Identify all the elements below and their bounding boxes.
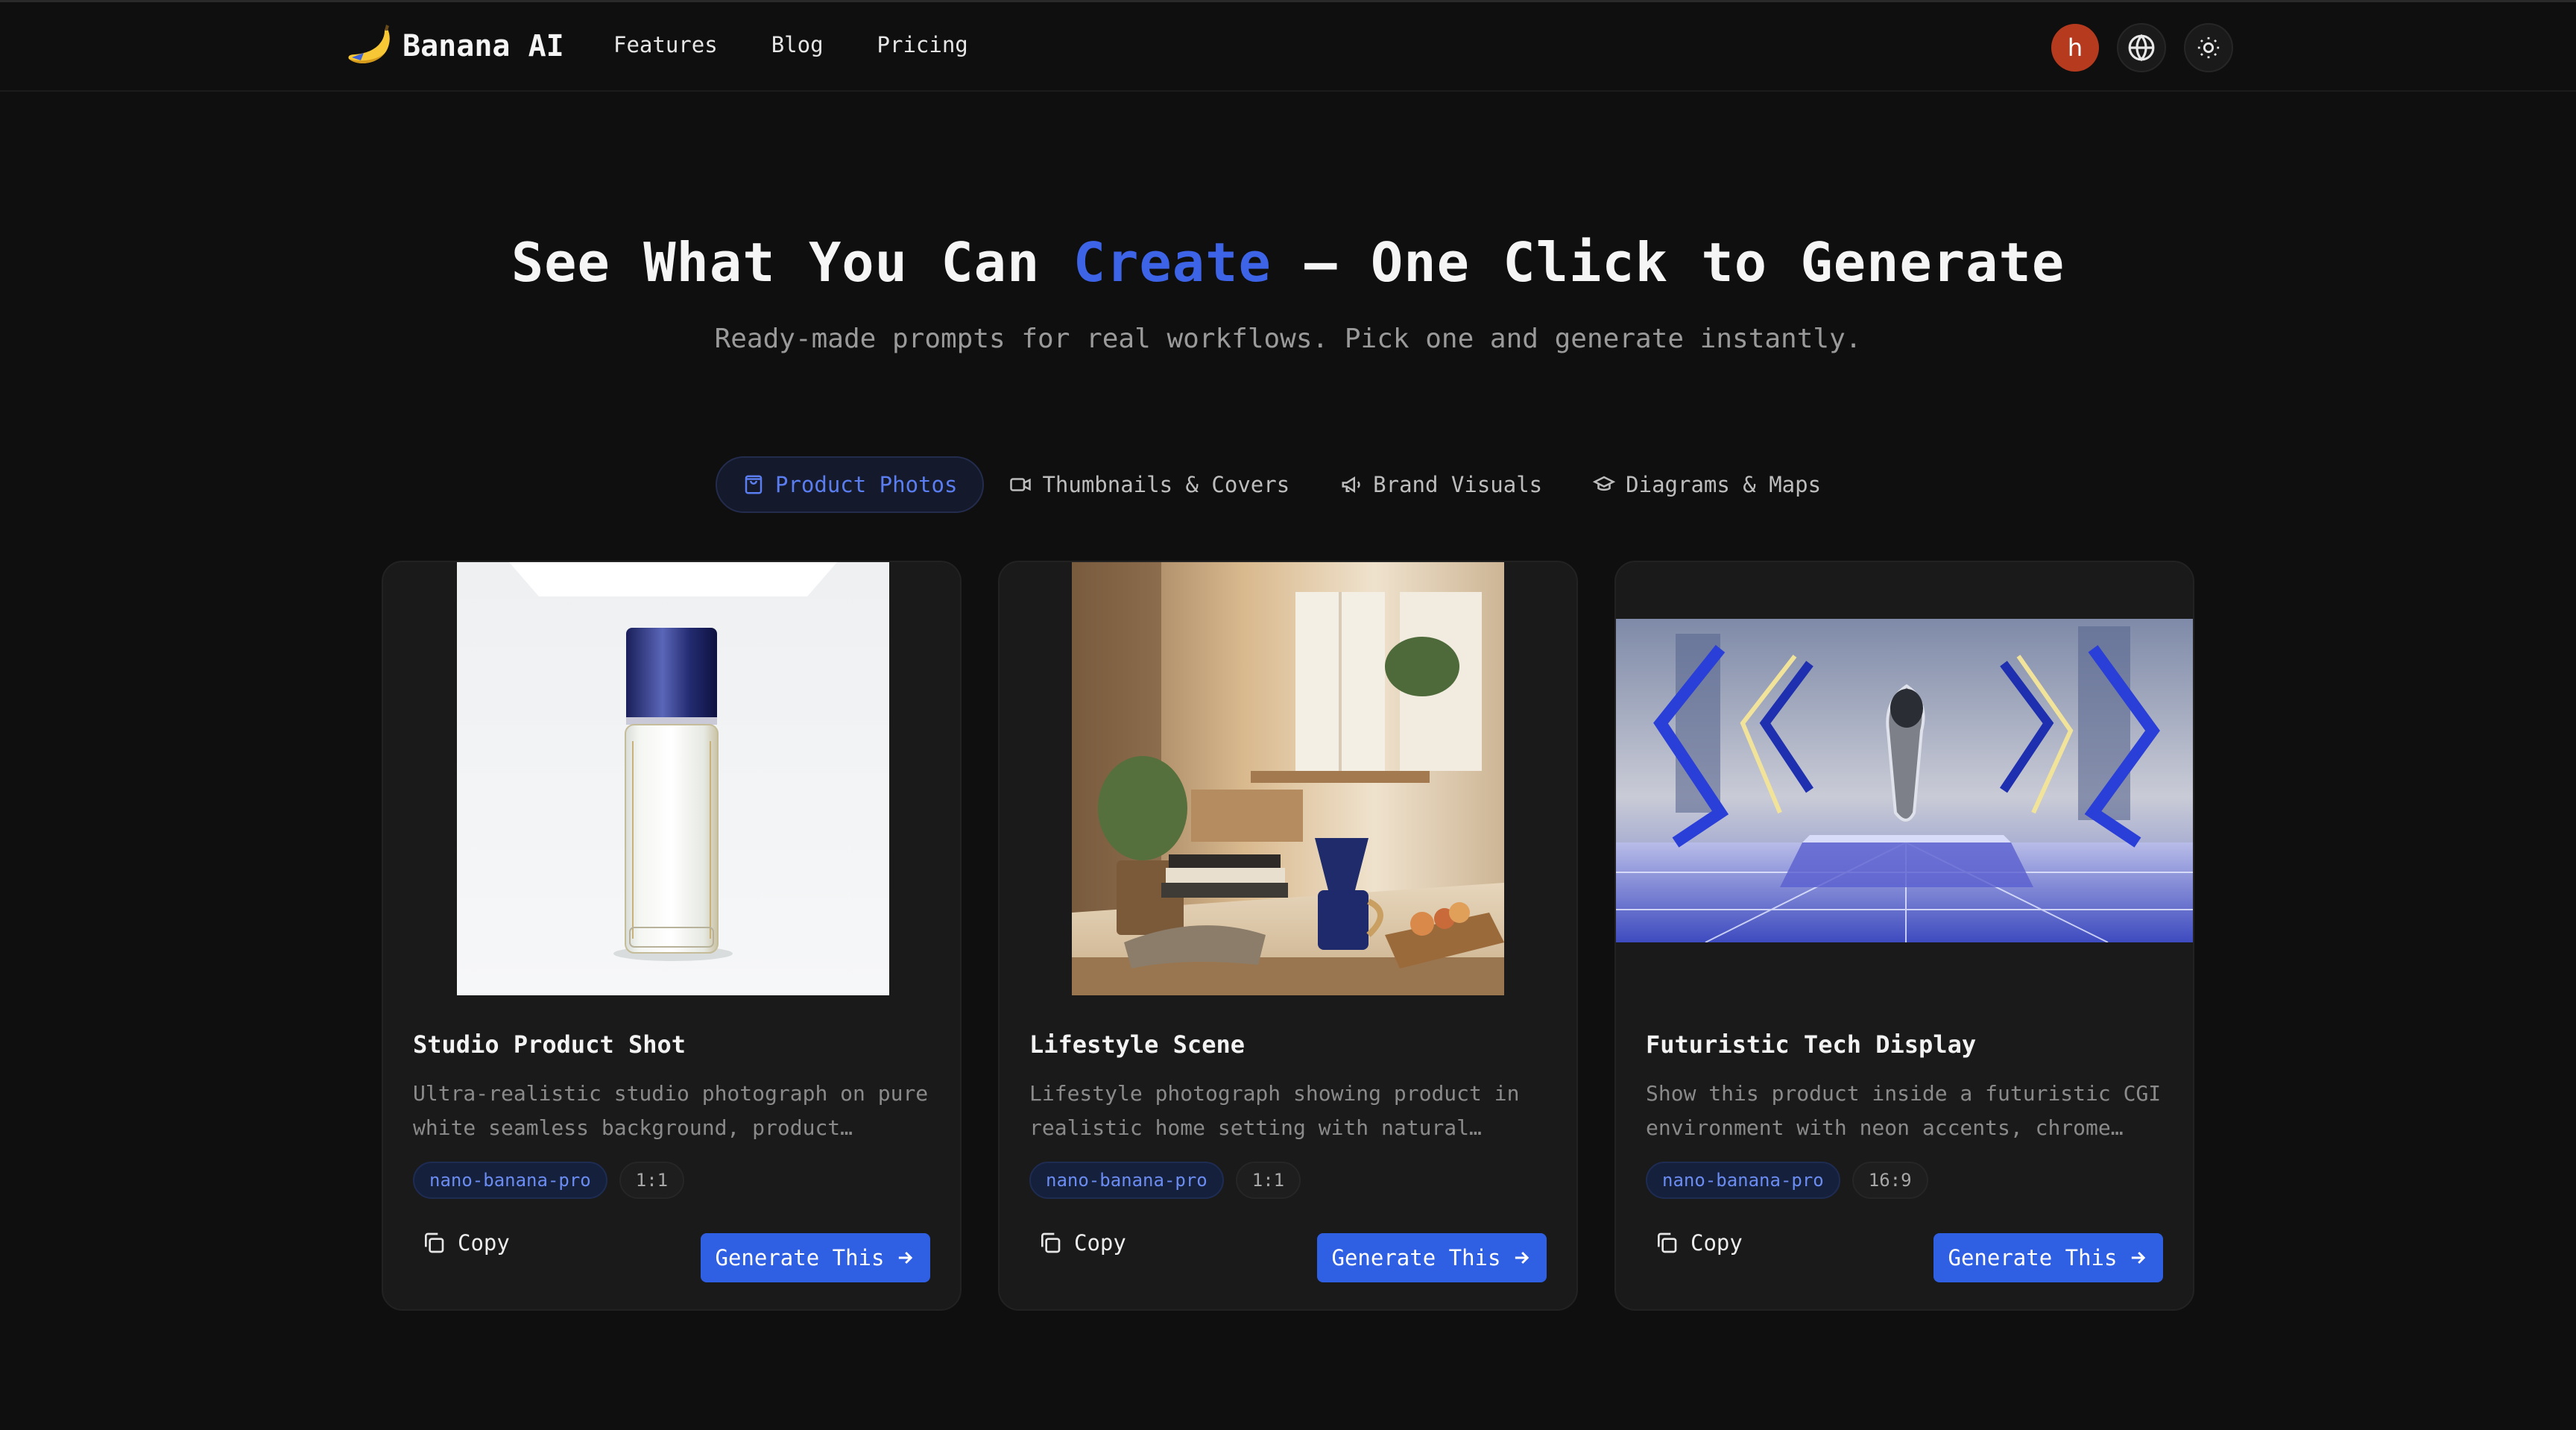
nav-actions: h [2051,23,2233,72]
tab-label: Diagrams & Maps [1626,472,1822,497]
nav-links: Features Blog Pricing [613,32,968,57]
megaphone-icon [1342,476,1360,494]
card-image-lifestyle-kitchen [1072,562,1504,995]
prompt-card: Lifestyle Scene Lifestyle photograph sho… [998,561,1578,1311]
model-tag: nano-banana-pro [1029,1162,1224,1199]
generate-button[interactable]: Generate This [1317,1233,1547,1282]
copy-button[interactable]: Copy [1655,1230,1743,1256]
arrow-right-icon [899,1251,913,1264]
arrow-right-icon [1515,1251,1530,1264]
copy-icon [1658,1232,1677,1253]
copy-label: Copy [458,1230,510,1256]
hero-title: See What You Can Create — One Click to G… [0,231,2576,294]
model-tag: nano-banana-pro [413,1162,607,1199]
generate-label: Generate This [1948,1245,2118,1270]
card-description: Ultra-realistic studio photograph on pur… [413,1081,929,1140]
category-tabs: Product Photos Thumbnails & Covers Brand… [716,456,1846,513]
copy-button[interactable]: Copy [1038,1230,1126,1256]
card-description: Show this product inside a futuristic CG… [1646,1081,2162,1140]
prompt-card: Futuristic Tech Display Show this produc… [1614,561,2194,1311]
hero-title-end: — One Click to Generate [1271,231,2065,294]
sun-icon [2197,37,2220,59]
generate-button[interactable]: Generate This [1933,1233,2163,1282]
tab-brand-visuals[interactable]: Brand Visuals [1315,456,1568,513]
ratio-tag: 1:1 [619,1162,685,1199]
globe-icon [2128,34,2155,62]
tab-diagrams-maps[interactable]: Diagrams & Maps [1568,456,1846,513]
ratio-tag: 16:9 [1852,1162,1928,1199]
nav-link-features[interactable]: Features [613,32,718,57]
card-title: Studio Product Shot [413,1030,686,1059]
card-tags: nano-banana-pro 16:9 [1646,1162,1928,1199]
generate-button[interactable]: Generate This [701,1233,930,1282]
arrow-right-icon [2132,1251,2146,1264]
card-title: Lifestyle Scene [1029,1030,1245,1059]
copy-label: Copy [1690,1230,1743,1256]
card-image-futuristic-display [1616,619,2193,942]
hero-title-start: See What You Can [511,231,1073,294]
user-avatar[interactable]: h [2051,24,2099,72]
tab-thumbnails-covers[interactable]: Thumbnails & Covers [984,456,1315,513]
model-tag: nano-banana-pro [1646,1162,1840,1199]
copy-icon [425,1232,444,1253]
navbar: Banana AI Features Blog Pricing h [0,2,2576,92]
generate-label: Generate This [715,1245,885,1270]
copy-icon [1041,1232,1061,1253]
video-camera-icon [1010,478,1032,491]
card-tags: nano-banana-pro 1:1 [413,1162,685,1199]
ratio-tag: 1:1 [1235,1162,1301,1199]
shopping-bag-icon [745,475,763,494]
copy-label: Copy [1074,1230,1126,1256]
tab-label: Brand Visuals [1373,472,1543,497]
tab-label: Thumbnails & Covers [1042,472,1290,497]
brand-logo[interactable]: Banana AI [344,23,564,69]
brand-name: Banana AI [402,29,564,63]
banana-logo-icon [348,25,390,63]
prompt-card: Studio Product Shot Ultra-realistic stud… [382,561,962,1311]
tab-label: Product Photos [775,472,958,497]
nav-link-pricing[interactable]: Pricing [877,32,968,57]
card-description: Lifestyle photograph showing product in … [1029,1081,1520,1140]
nav-link-blog[interactable]: Blog [771,32,824,57]
card-tags: nano-banana-pro 1:1 [1029,1162,1301,1199]
theme-toggle-button[interactable] [2184,23,2233,72]
tab-product-photos[interactable]: Product Photos [716,456,985,513]
card-title: Futuristic Tech Display [1646,1030,1977,1059]
hero-title-accent: Create [1073,231,1272,294]
card-image-perfume-bottle [457,562,889,995]
generate-label: Generate This [1331,1245,1501,1270]
language-button[interactable] [2117,23,2166,72]
graduation-cap-icon [1593,476,1616,491]
hero-subtitle: Ready-made prompts for real workflows. P… [714,324,1862,354]
copy-button[interactable]: Copy [422,1230,510,1256]
